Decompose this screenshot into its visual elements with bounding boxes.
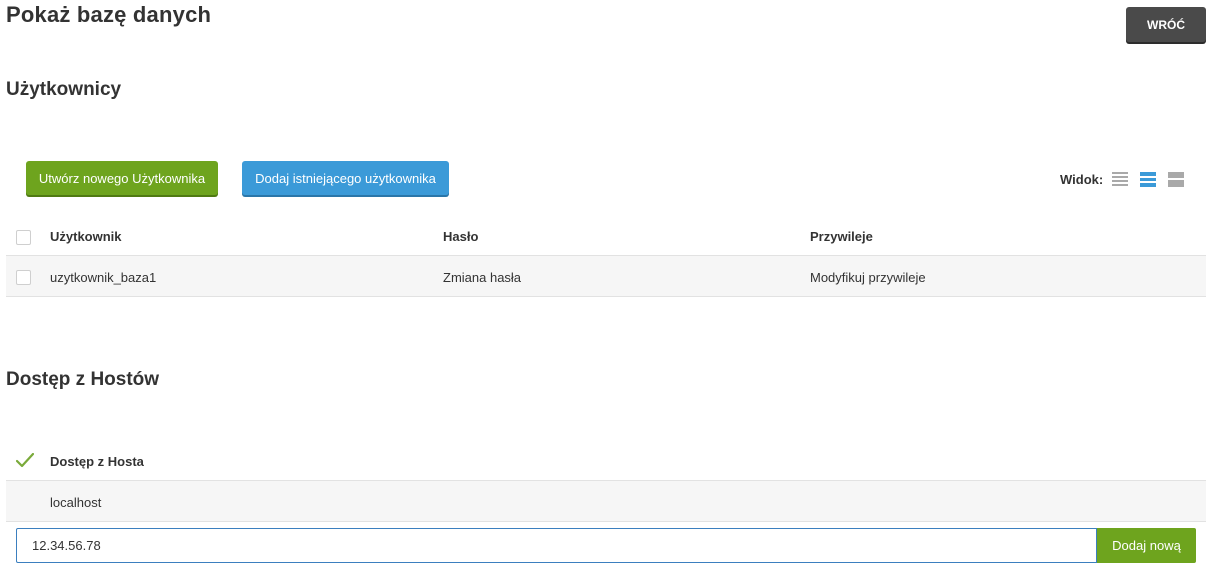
view-normal-icon[interactable] xyxy=(1140,172,1156,187)
column-password: Hasło xyxy=(443,229,479,244)
view-compact-icon[interactable] xyxy=(1112,172,1128,187)
user-name: uzytkownik_baza1 xyxy=(50,270,157,285)
column-host-access: Dostęp z Hosta xyxy=(50,454,144,469)
users-table-header: Użytkownik Hasło Przywileje xyxy=(6,216,1206,256)
view-label: Widok: xyxy=(1060,172,1104,187)
add-host-button[interactable]: Dodaj nową xyxy=(1097,528,1196,563)
column-user: Użytkownik xyxy=(50,229,122,244)
host-name: localhost xyxy=(50,495,102,510)
view-large-icon[interactable] xyxy=(1168,172,1184,187)
select-all-checkbox[interactable] xyxy=(16,230,31,245)
hosts-table-header: Dostęp z Hosta xyxy=(6,441,1206,481)
page-title: Pokaż bazę danych xyxy=(6,2,212,27)
column-privileges: Przywileje xyxy=(810,229,873,244)
row-checkbox[interactable] xyxy=(16,270,31,285)
table-row: uzytkownik_baza1 Zmiana hasła Modyfikuj … xyxy=(6,256,1206,297)
back-button[interactable]: WRÓĆ xyxy=(1126,7,1206,42)
change-password-link[interactable]: Zmiana hasła xyxy=(443,270,521,285)
host-input[interactable] xyxy=(16,528,1097,563)
list-item: localhost xyxy=(6,481,1206,522)
modify-privileges-link[interactable]: Modyfikuj przywileje xyxy=(810,270,926,285)
create-user-button[interactable]: Utwórz nowego Użytkownika xyxy=(26,161,218,195)
checkmark-icon[interactable] xyxy=(16,453,34,469)
hosts-heading: Dostęp z Hostów xyxy=(6,369,160,390)
users-heading: Użytkownicy xyxy=(6,79,122,100)
add-existing-user-button[interactable]: Dodaj istniejącego użytkownika xyxy=(242,161,449,195)
